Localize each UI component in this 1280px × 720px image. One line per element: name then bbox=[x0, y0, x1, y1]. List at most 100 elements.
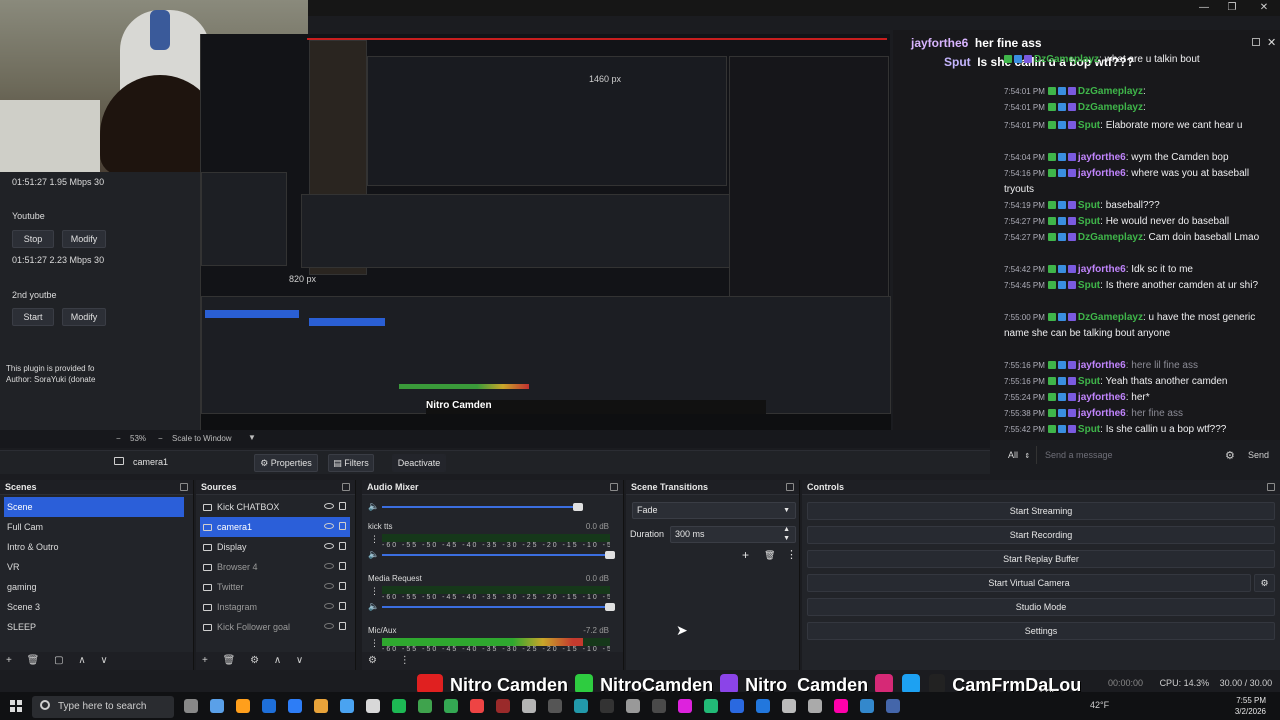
taskbar-app-icon[interactable] bbox=[418, 699, 432, 713]
taskbar-app-icon[interactable] bbox=[522, 699, 536, 713]
message-username[interactable]: Sput bbox=[1078, 216, 1100, 227]
source-item[interactable]: Display bbox=[200, 537, 350, 557]
virtual-camera-settings-gear-icon[interactable]: ⚙ bbox=[1254, 574, 1275, 592]
chevron-down-icon[interactable]: ▼ bbox=[248, 433, 256, 442]
taskbar-app-icon[interactable] bbox=[392, 699, 406, 713]
mixer-footer-toolbar[interactable]: ⚙ ⋮ bbox=[362, 652, 623, 670]
lock-icon[interactable] bbox=[339, 522, 346, 530]
zoom-minus-icon[interactable]: − bbox=[116, 434, 121, 443]
message-username[interactable]: jayforthe6 bbox=[1078, 264, 1126, 275]
properties-button[interactable]: ⚙ Properties bbox=[254, 454, 318, 472]
source-item[interactable]: Browser 4 bbox=[200, 557, 350, 577]
transition-select[interactable]: Fade ▼ bbox=[632, 502, 796, 519]
taskbar-app-icon[interactable] bbox=[288, 699, 302, 713]
taskbar-app-icon[interactable] bbox=[782, 699, 796, 713]
message-username[interactable]: jayforthe6 bbox=[1078, 392, 1126, 403]
duration-spinbox[interactable]: 300 ms ▲ ▼ bbox=[670, 526, 796, 543]
close-icon[interactable]: ✕ bbox=[1256, 2, 1272, 14]
channel-menu-icon[interactable]: ⋮ bbox=[370, 534, 379, 545]
message-username[interactable]: Sput bbox=[1078, 280, 1100, 291]
taskbar-app-icon[interactable] bbox=[600, 699, 614, 713]
taskbar-app-icon[interactable] bbox=[756, 699, 770, 713]
channel-menu-icon[interactable]: ⋮ bbox=[370, 586, 379, 597]
source-item[interactable]: Instagram bbox=[200, 597, 350, 617]
visibility-eye-icon[interactable] bbox=[324, 603, 334, 609]
scenes-footer-toolbar[interactable]: + 🗑 ▢ ∧ ∨ bbox=[0, 652, 193, 670]
taskbar-app-icon[interactable] bbox=[652, 699, 666, 713]
dock-menu-icon[interactable] bbox=[1267, 483, 1275, 491]
message-username[interactable]: DzGameplayz bbox=[1078, 102, 1143, 113]
source-item[interactable]: camera1 bbox=[200, 517, 350, 537]
lock-icon[interactable] bbox=[339, 542, 346, 550]
spin-arrows-icon[interactable]: ▲ ▼ bbox=[783, 525, 790, 543]
message-username[interactable]: DzGameplayz bbox=[1034, 54, 1099, 65]
message-username[interactable]: Sput bbox=[1078, 120, 1100, 131]
popout-icon[interactable] bbox=[1252, 38, 1260, 46]
taskbar-app-icon[interactable] bbox=[262, 699, 276, 713]
start-recording-button[interactable]: Start Recording bbox=[807, 526, 1275, 544]
source-item[interactable]: Kick CHATBOX bbox=[200, 497, 350, 517]
taskbar-app-icon[interactable] bbox=[340, 699, 354, 713]
visibility-eye-icon[interactable] bbox=[324, 543, 334, 549]
volume-slider[interactable] bbox=[382, 506, 579, 508]
taskbar-app-icon[interactable] bbox=[548, 699, 562, 713]
message-username[interactable]: Sput bbox=[1078, 376, 1100, 387]
volume-slider-knob[interactable] bbox=[605, 551, 615, 559]
scene-item[interactable]: VR bbox=[4, 557, 184, 577]
taskbar-app-icon[interactable] bbox=[184, 699, 198, 713]
taskbar-app-icon[interactable] bbox=[834, 699, 848, 713]
chat-send-button[interactable]: Send bbox=[1248, 450, 1269, 460]
taskbar-app-icon[interactable] bbox=[678, 699, 692, 713]
volume-slider-knob[interactable] bbox=[573, 503, 584, 511]
lock-icon[interactable] bbox=[339, 602, 346, 610]
studio-mode-button[interactable]: Studio Mode bbox=[807, 598, 1275, 616]
taskbar-app-icon[interactable] bbox=[886, 699, 900, 713]
trash-icon[interactable]: 🗑 bbox=[764, 550, 775, 561]
dock-menu-icon[interactable] bbox=[342, 483, 350, 491]
taskbar-app-icon[interactable] bbox=[314, 699, 328, 713]
visibility-eye-icon[interactable] bbox=[324, 503, 334, 509]
speaker-icon[interactable]: 🔈 bbox=[368, 601, 379, 612]
stop-button[interactable]: Stop bbox=[12, 230, 54, 248]
volume-slider-knob[interactable] bbox=[605, 603, 615, 611]
taskbar-app-icon[interactable] bbox=[730, 699, 744, 713]
message-username[interactable]: Sput bbox=[1078, 424, 1100, 435]
message-username[interactable]: jayforthe6 bbox=[1078, 152, 1126, 163]
message-username[interactable]: DzGameplayz bbox=[1078, 312, 1143, 323]
taskbar-app-icon[interactable] bbox=[444, 699, 458, 713]
start-replay-buffer-button[interactable]: Start Replay Buffer bbox=[807, 550, 1275, 568]
taskbar-app-icon[interactable] bbox=[366, 699, 380, 713]
scene-item[interactable]: Scene bbox=[4, 497, 184, 517]
scene-item[interactable]: SLEEP bbox=[4, 617, 184, 637]
restore-icon[interactable]: ❐ bbox=[1224, 2, 1240, 14]
dock-menu-icon[interactable] bbox=[180, 483, 188, 491]
taskbar-app-icon[interactable] bbox=[860, 699, 874, 713]
speaker-icon[interactable]: 🔈 bbox=[368, 501, 379, 512]
lock-icon[interactable] bbox=[339, 562, 346, 570]
visibility-eye-icon[interactable] bbox=[324, 563, 334, 569]
scene-item[interactable]: Full Cam bbox=[4, 517, 184, 537]
start-button[interactable]: Start bbox=[12, 308, 54, 326]
taskbar-app-icon[interactable] bbox=[210, 699, 224, 713]
taskbar-app-icon[interactable] bbox=[496, 699, 510, 713]
taskbar-app-icon[interactable] bbox=[808, 699, 822, 713]
taskbar-app-icon[interactable] bbox=[704, 699, 718, 713]
deactivate-button[interactable]: Deactivate bbox=[392, 454, 446, 472]
zoom-plus-icon[interactable]: − bbox=[158, 434, 163, 443]
chat-filter-select[interactable]: All ⇕ bbox=[1000, 447, 1034, 463]
message-username[interactable]: jayforthe6 bbox=[1078, 408, 1126, 419]
source-item[interactable]: Twitter bbox=[200, 577, 350, 597]
lock-icon[interactable] bbox=[339, 582, 346, 590]
dock-menu-icon[interactable] bbox=[786, 483, 794, 491]
lock-icon[interactable] bbox=[339, 502, 346, 510]
windows-start-icon[interactable] bbox=[10, 700, 22, 712]
taskbar-app-icon[interactable] bbox=[626, 699, 640, 713]
visibility-eye-icon[interactable] bbox=[324, 623, 334, 629]
taskbar-app-icon[interactable] bbox=[236, 699, 250, 713]
source-item[interactable]: Kick Follower goal bbox=[200, 617, 350, 637]
message-username[interactable]: Sput bbox=[1078, 200, 1100, 211]
volume-slider[interactable] bbox=[382, 606, 610, 608]
settings-gear-icon[interactable]: ⚙ bbox=[1225, 449, 1235, 462]
taskbar-clock[interactable]: 7:55 PM 3/2/2026 bbox=[1235, 695, 1266, 717]
start-streaming-button[interactable]: Start Streaming bbox=[807, 502, 1275, 520]
